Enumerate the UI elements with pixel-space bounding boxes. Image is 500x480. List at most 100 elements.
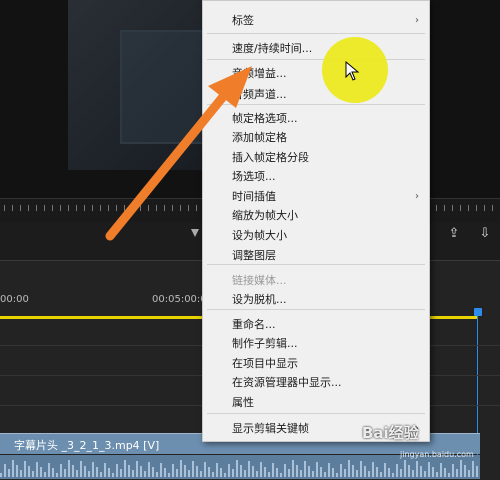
menu-item-label: 调整图层	[232, 249, 276, 262]
ruler-tick	[116, 205, 117, 211]
menu-item-label: 设为帧大小	[232, 229, 287, 242]
ruler-tick	[12, 205, 13, 211]
menu-item[interactable]: 重命名...	[203, 315, 429, 335]
waveform-bar	[8, 469, 10, 477]
menu-item-label: 属性	[232, 396, 254, 409]
menu-item[interactable]: 帧定格选项...	[203, 109, 429, 129]
extract-icon[interactable]: ⇩	[476, 227, 494, 241]
waveform-bar	[312, 471, 314, 477]
waveform-bar	[108, 468, 110, 477]
ruler-tick	[92, 205, 93, 211]
waveform-bar	[384, 463, 386, 477]
waveform-bar	[236, 460, 238, 477]
waveform-bar	[344, 469, 346, 477]
waveform-bar	[396, 464, 398, 477]
menu-item-label: 添加帧定格	[232, 131, 287, 144]
waveform-bar	[48, 463, 50, 477]
ruler-tick	[492, 205, 493, 211]
menu-item[interactable]: 缩放为帧大小	[203, 206, 429, 226]
waveform-bar	[256, 471, 258, 477]
waveform-bar	[92, 462, 94, 477]
context-menu: 标签 › 速度/持续时间... 音频增益... 音频声道... 帧定格选项... 添加帧定格…	[202, 0, 430, 442]
waveform-bar	[216, 463, 218, 477]
waveform-bar	[244, 470, 246, 477]
ruler-tick	[460, 205, 461, 211]
waveform-bar	[412, 470, 414, 477]
waveform-bar	[292, 460, 294, 477]
waveform-bar	[124, 460, 126, 477]
waveform-bar	[44, 472, 46, 477]
menu-item[interactable]: 场选项...	[203, 167, 429, 187]
waveform-bar	[296, 465, 298, 477]
menu-item[interactable]: 插入帧定格分段	[203, 148, 429, 168]
marker-icon[interactable]	[191, 229, 199, 237]
waveform-bar	[380, 472, 382, 477]
menu-separator	[207, 413, 425, 414]
menu-item[interactable]: 调整图层	[203, 246, 429, 266]
waveform-bar	[476, 466, 478, 477]
waveform-bar	[204, 462, 206, 477]
ruler-tick	[44, 205, 45, 211]
waveform-bar	[228, 464, 230, 477]
waveform-bar	[316, 462, 318, 477]
waveform-bar	[128, 465, 130, 477]
waveform-bar	[120, 469, 122, 477]
waveform-bar	[20, 470, 22, 477]
menu-item[interactable]: 设为帧大小	[203, 226, 429, 246]
ruler-tick	[4, 205, 5, 211]
waveform-bar	[184, 465, 186, 477]
waveform-bar	[440, 463, 442, 477]
waveform-bar	[156, 472, 158, 477]
waveform-bar	[388, 468, 390, 477]
waveform-bar	[356, 470, 358, 477]
ruler-tick	[452, 205, 453, 211]
waveform-bar	[324, 472, 326, 477]
waveform-bar	[112, 473, 114, 477]
waveform-bar	[268, 472, 270, 477]
menu-item[interactable]: 音频增益...	[203, 64, 429, 84]
waveform-bar	[240, 465, 242, 477]
waveform-bar	[284, 464, 286, 477]
waveform-bar	[260, 462, 262, 477]
menu-item[interactable]: 添加帧定格	[203, 128, 429, 148]
waveform-bar	[448, 473, 450, 477]
waveform-bar	[272, 463, 274, 477]
ruler-tick	[76, 205, 77, 211]
waveform-bar	[280, 473, 282, 477]
ruler-tick	[68, 205, 69, 211]
waveform-bar	[72, 465, 74, 477]
menu-item[interactable]: 属性	[203, 393, 429, 413]
menu-item[interactable]: 标签 ›	[203, 11, 429, 31]
menu-item-label: 标签	[232, 14, 254, 27]
waveform-bar	[352, 465, 354, 477]
waveform-bar	[188, 470, 190, 477]
menu-item[interactable]: 音频声道...	[203, 85, 429, 105]
waveform-bar	[196, 466, 198, 477]
lift-icon[interactable]: ⇪	[445, 227, 463, 241]
menu-item[interactable]: 速度/持续时间...	[203, 39, 429, 59]
waveform-bar	[276, 468, 278, 477]
waveform-bar	[300, 470, 302, 477]
menu-item[interactable]: 设为脱机...	[203, 290, 429, 310]
ruler-tick	[124, 205, 125, 211]
waveform-bar	[308, 466, 310, 477]
playhead-handle[interactable]	[474, 308, 482, 316]
ruler-tick	[468, 205, 469, 211]
waveform-bar	[340, 464, 342, 477]
menu-item[interactable]: 在项目中显示	[203, 354, 429, 374]
menu-item[interactable]: 时间插值 ›	[203, 187, 429, 207]
menu-item-label: 插入帧定格分段	[232, 151, 309, 164]
waveform-bar	[368, 471, 370, 477]
waveform-bar	[348, 460, 350, 477]
waveform-bar	[28, 466, 30, 477]
ruler-tick	[172, 205, 173, 211]
ruler-tick	[20, 205, 21, 211]
ruler-tick	[164, 205, 165, 211]
waveform-bar	[152, 467, 154, 477]
menu-item-label: 链接媒体...	[232, 274, 287, 287]
waveform-bar	[212, 472, 214, 477]
menu-item[interactable]: 在资源管理器中显示...	[203, 373, 429, 393]
menu-item-label: 帧定格选项...	[232, 112, 298, 125]
menu-item[interactable]: 制作子剪辑...	[203, 334, 429, 354]
ruler-tick	[180, 205, 181, 211]
